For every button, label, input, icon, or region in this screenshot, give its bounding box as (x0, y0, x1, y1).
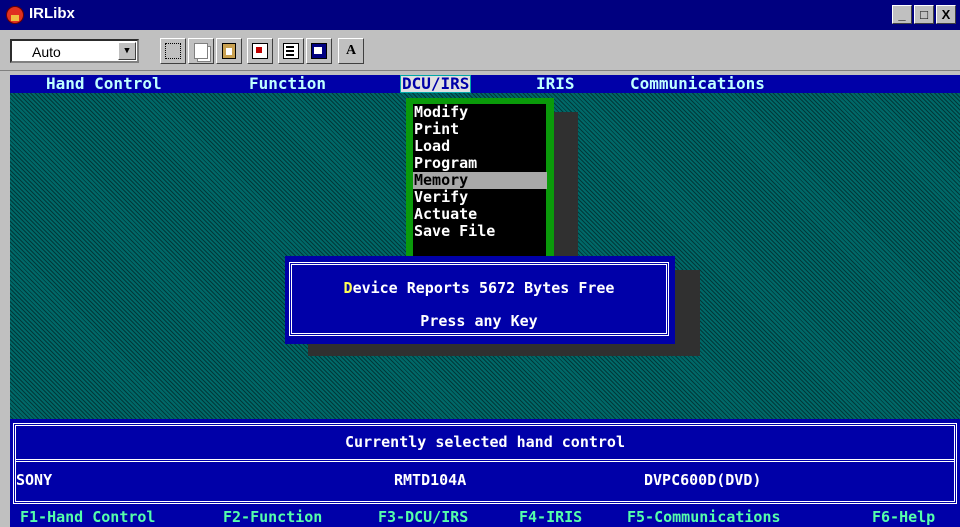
fkey-f5[interactable]: F5-Communications (627, 508, 781, 527)
font-size-select[interactable]: Auto ▼ (10, 39, 139, 63)
menu-item-load[interactable]: Load (413, 138, 547, 155)
dialog-message: Device Reports 5672 Bytes Free (292, 279, 666, 297)
copy-button[interactable] (188, 38, 214, 64)
memory-dialog[interactable]: Device Reports 5672 Bytes Free Press any… (285, 256, 675, 344)
status-divider (16, 459, 954, 462)
status-title: Currently selected hand control (345, 433, 625, 451)
fkey-f6[interactable]: F6-Help (872, 508, 935, 527)
maximize-button[interactable]: □ (914, 5, 934, 24)
paste-button[interactable] (216, 38, 242, 64)
properties-button[interactable] (278, 38, 304, 64)
menu-item-modify[interactable]: Modify (413, 104, 547, 121)
app-icon[interactable] (6, 6, 24, 24)
background-icon (311, 43, 327, 59)
menu-item-verify[interactable]: Verify (413, 189, 547, 206)
mark-icon (165, 43, 181, 59)
status-device-model: DVPC600D(DVD) (644, 471, 762, 489)
fullscreen-icon (252, 43, 268, 59)
menu-dcu-irs[interactable]: DCU/IRS (400, 75, 472, 93)
paste-icon (222, 43, 236, 59)
close-button[interactable]: X (936, 5, 956, 24)
copy-icon (194, 43, 208, 59)
menu-bar: Hand Control Function DCU/IRS IRIS Commu… (10, 75, 960, 93)
menu-item-print[interactable]: Print (413, 121, 547, 138)
dos-console: Hand Control Function DCU/IRS IRIS Commu… (10, 75, 960, 527)
fkey-f2[interactable]: F2-Function (223, 508, 322, 527)
menu-item-program[interactable]: Program (413, 155, 547, 172)
menu-hand-control[interactable]: Hand Control (46, 75, 162, 93)
menu-item-actuate[interactable]: Actuate (413, 206, 547, 223)
menu-item-save-file[interactable]: Save File (413, 223, 547, 240)
background-button[interactable] (306, 38, 332, 64)
title-bar: IRLibx _ □ X (0, 0, 960, 30)
minimize-button[interactable]: _ (892, 5, 912, 24)
function-key-bar: F1-Hand Control F2-Function F3-DCU/IRS F… (10, 508, 960, 527)
mark-button[interactable] (160, 38, 186, 64)
toolbar: Auto ▼ A (0, 30, 960, 71)
status-remote-model: RMTD104A (394, 471, 467, 489)
dialog-message-hotkey: D (343, 279, 353, 297)
fullscreen-button[interactable] (247, 38, 273, 64)
menu-communications[interactable]: Communications (630, 75, 765, 93)
status-panel: Currently selected hand control SONY RMT… (10, 419, 960, 508)
font-button[interactable]: A (338, 38, 364, 64)
window-title: IRLibx (29, 5, 75, 22)
properties-icon (283, 43, 299, 59)
font-size-value: Auto (32, 44, 61, 60)
menu-item-memory[interactable]: Memory (413, 172, 547, 189)
fkey-f3[interactable]: F3-DCU/IRS (378, 508, 468, 527)
menu-function[interactable]: Function (249, 75, 326, 93)
menu-iris[interactable]: IRIS (536, 75, 575, 93)
fkey-f4[interactable]: F4-IRIS (519, 508, 582, 527)
chevron-down-icon[interactable]: ▼ (118, 42, 136, 60)
dialog-message-text: evice Reports 5672 Bytes Free (352, 279, 615, 297)
dcu-irs-dropdown: Modify Print Load Program Memory Verify … (406, 98, 554, 276)
status-manufacturer: SONY (16, 471, 53, 489)
fkey-f1[interactable]: F1-Hand Control (20, 508, 155, 527)
dialog-prompt: Press any Key (420, 312, 538, 330)
